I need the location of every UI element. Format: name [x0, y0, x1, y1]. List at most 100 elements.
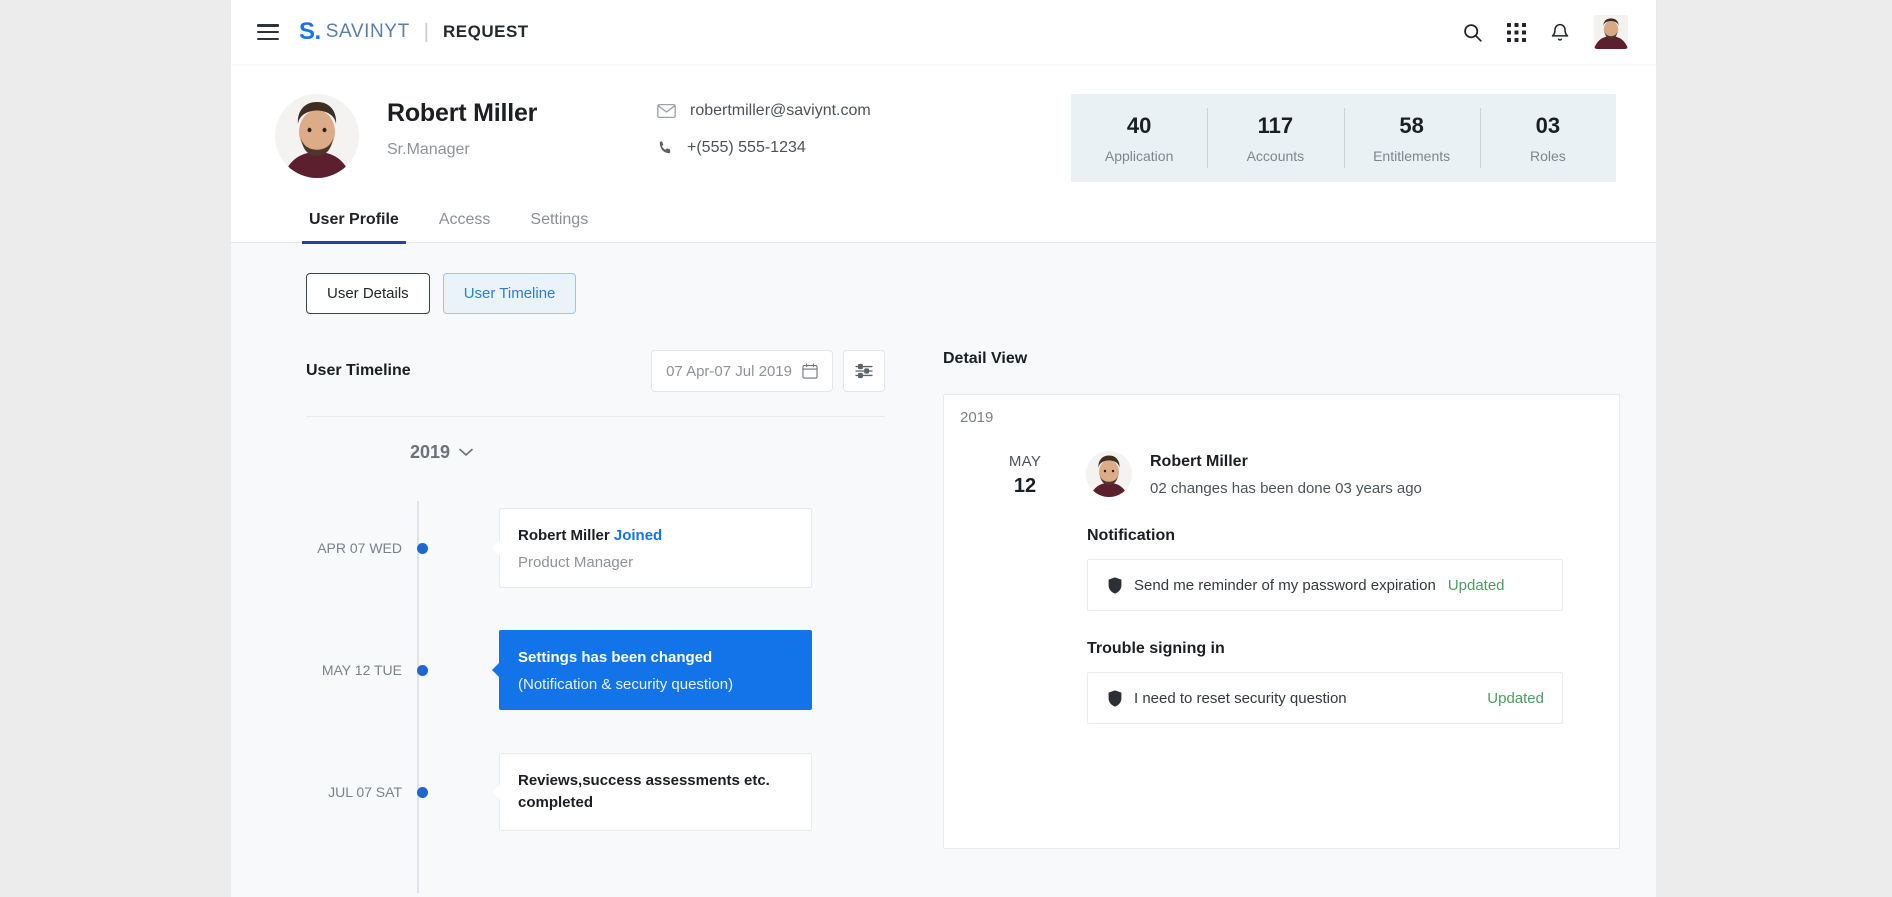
avatar[interactable] — [1594, 15, 1628, 49]
profile-stats: 40 Application 117 Accounts 58 Entitleme… — [1071, 94, 1616, 182]
stat-label: Entitlements — [1373, 147, 1451, 164]
timeline-item[interactable]: MAY 12 TUE Settings has been changed (No… — [306, 609, 885, 731]
tab-settings[interactable]: Settings — [527, 211, 591, 242]
timeline-dot-icon — [417, 786, 428, 798]
phone-icon — [657, 140, 673, 156]
apps-grid-icon[interactable] — [1507, 22, 1526, 42]
profile-avatar — [275, 94, 359, 178]
timeline-dot-icon — [417, 664, 428, 676]
profile-role: Sr.Manager — [387, 141, 470, 158]
stat-value: 58 — [1399, 112, 1424, 138]
timeline-card[interactable]: Robert Miller Joined Product Manager — [492, 508, 812, 588]
brand-mark: S. — [299, 18, 321, 45]
top-bar: S. SAVINYT | REQUEST — [231, 0, 1656, 64]
timeline-card-subtitle: Product Manager — [518, 553, 634, 571]
detail-summary: 02 changes has been done 03 years ago — [1150, 480, 1422, 497]
timeline-header: User Timeline 07 Apr-07 Jul 2019 — [306, 350, 885, 392]
stat-value: 03 — [1535, 112, 1561, 138]
timeline-dot-icon — [417, 542, 428, 554]
detail-avatar — [1086, 451, 1132, 497]
detail-entry-header: MAY 12 Robert Miller 02 changes has been… — [944, 451, 1619, 498]
profile-contact: robertmiller@saviynt.com +(555) 555-1234 — [657, 94, 871, 157]
brand-separator: | — [423, 20, 429, 43]
date-range-value: 07 Apr-07 Jul 2019 — [666, 362, 792, 380]
module-title: REQUEST — [442, 22, 529, 41]
bell-icon[interactable] — [1550, 22, 1570, 43]
detail-row-text: Send me reminder of my password expirati… — [1134, 576, 1436, 594]
detail-sections: Notification Send me reminder of my pass… — [944, 527, 1619, 724]
timeline-list: APR 07 WED Robert Miller Joined Product … — [306, 487, 885, 893]
timeline-item[interactable]: APR 07 WED Robert Miller Joined Product … — [306, 487, 885, 609]
top-bar-actions — [1462, 15, 1628, 49]
profile-phone: +(555) 555-1234 — [657, 139, 871, 157]
shield-icon — [1108, 689, 1122, 707]
timeline-item-date: MAY 12 TUE — [321, 662, 402, 678]
timeline-item-date: APR 07 WED — [317, 540, 402, 556]
stat-value: 117 — [1257, 112, 1294, 138]
timeline-tools: 07 Apr-07 Jul 2019 — [651, 350, 885, 392]
timeline-card[interactable]: Reviews,success assessments etc. complet… — [492, 753, 812, 831]
detail-year: 2019 — [960, 409, 994, 426]
timeline-card-title: Reviews,success assessments etc. complet… — [518, 772, 770, 811]
stat-roles: 03 Roles — [1479, 94, 1616, 182]
brand-logo[interactable]: S. SAVINYT — [299, 20, 410, 44]
stat-label: Application — [1104, 147, 1174, 164]
stat-application: 40 Application — [1071, 94, 1207, 182]
stat-accounts: 117 Accounts — [1207, 94, 1343, 182]
stat-label: Roles — [1529, 147, 1566, 164]
detail-section-title-notification: Notification — [1087, 527, 1175, 544]
timeline-year: 2019 — [410, 442, 451, 462]
calendar-icon — [802, 363, 818, 379]
mail-icon — [657, 104, 676, 118]
sliders-filter-icon[interactable] — [843, 350, 885, 392]
profile-phone-text: +(555) 555-1234 — [687, 139, 806, 156]
detail-view-title: Detail View — [943, 350, 1028, 367]
stat-value: 40 — [1126, 112, 1152, 138]
timeline-column: User Timeline 07 Apr-07 Jul 2019 2019 AP… — [265, 350, 885, 893]
detail-row-status: Updated — [1487, 689, 1544, 707]
stat-label: Accounts — [1246, 147, 1305, 164]
detail-section-title-trouble: Trouble signing in — [1087, 640, 1225, 657]
date-range-picker[interactable]: 07 Apr-07 Jul 2019 — [651, 350, 833, 392]
timeline-card-selected[interactable]: Settings has been changed (Notification … — [492, 630, 812, 710]
timeline-card-title-main: Robert Miller — [518, 527, 614, 545]
detail-date: MAY 12 — [992, 451, 1058, 498]
subtab-user-timeline[interactable]: User Timeline — [442, 273, 577, 314]
sub-tabs: User Details User Timeline — [231, 273, 1656, 314]
detail-row[interactable]: Send me reminder of my password expirati… — [1087, 559, 1563, 611]
search-icon[interactable] — [1462, 22, 1483, 43]
detail-day: 12 — [1013, 475, 1037, 497]
timeline-item[interactable]: JUL 07 SAT Reviews,success assessments e… — [306, 731, 885, 853]
detail-month: MAY — [1008, 453, 1042, 470]
stat-entitlements: 58 Entitlements — [1343, 94, 1480, 182]
timeline-card-title-accent: Joined — [613, 527, 663, 545]
hamburger-icon[interactable] — [257, 24, 279, 40]
app-page: S. SAVINYT | REQUEST Robert Miller Sr.Ma… — [231, 0, 1656, 897]
content-area: User Details User Timeline User Timeline… — [231, 243, 1656, 893]
subtab-user-details[interactable]: User Details — [306, 273, 430, 314]
profile-tabs: User Profile Access Settings — [231, 211, 1656, 244]
shield-icon — [1108, 576, 1122, 594]
profile-section: Robert Miller Sr.Manager robertmiller@sa… — [231, 64, 1656, 244]
detail-person-block: Robert Miller 02 changes has been done 0… — [1150, 451, 1422, 498]
profile-identity: Robert Miller Sr.Manager — [387, 94, 637, 159]
timeline-card-title: Robert Miller Joined — [518, 525, 793, 547]
detail-row-text: I need to reset security question — [1134, 689, 1347, 707]
timeline-card-title: Settings has been changed — [518, 649, 713, 667]
tab-user-profile[interactable]: User Profile — [302, 211, 406, 244]
profile-email-text: robertmiller@saviynt.com — [690, 102, 871, 119]
tab-access[interactable]: Access — [436, 211, 494, 242]
detail-row-status: Updated — [1447, 576, 1505, 594]
timeline-year-selector[interactable]: 2019 — [306, 442, 885, 463]
two-column-layout: User Timeline 07 Apr-07 Jul 2019 2019 AP… — [231, 350, 1656, 893]
profile-email: robertmiller@saviynt.com — [657, 102, 871, 120]
brand-name: SAVINYT — [325, 21, 410, 42]
detail-view-column: Detail View 2019 MAY 12 Robert Miller 02… — [885, 350, 1620, 853]
timeline-divider — [306, 416, 885, 417]
detail-view-panel: 2019 MAY 12 Robert Miller 02 changes has… — [943, 394, 1620, 849]
detail-row[interactable]: I need to reset security question Update… — [1087, 672, 1563, 724]
detail-person-name: Robert Miller — [1150, 453, 1248, 470]
timeline-item-date: JUL 07 SAT — [328, 784, 402, 800]
timeline-title: User Timeline — [306, 362, 411, 379]
chevron-down-icon — [459, 448, 473, 457]
